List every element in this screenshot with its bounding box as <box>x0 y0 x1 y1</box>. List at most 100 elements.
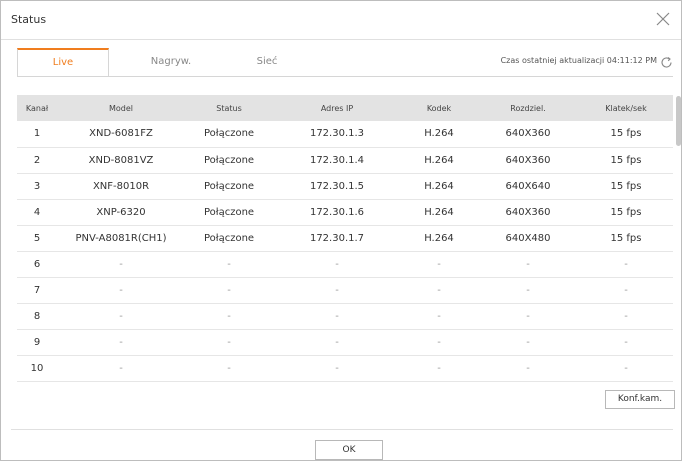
camera-config-button[interactable]: Konf.kam. <box>605 390 675 409</box>
table-cell: - <box>335 284 339 296</box>
table-cell: - <box>227 362 231 374</box>
table-cell: - <box>437 284 441 296</box>
table-cell: H.264 <box>424 128 454 140</box>
column-header: Klatek/sek <box>605 103 647 113</box>
table-cell: 15 fps <box>610 154 642 166</box>
table-row[interactable]: 10 - - - - - - <box>17 355 673 381</box>
column-header: Adres IP <box>320 103 354 113</box>
table-cell: - <box>335 336 339 348</box>
table-cell: H.264 <box>424 154 454 166</box>
table-cell: Połączone <box>203 180 255 192</box>
status-dialog: Status Live Nagryw. Sieć Czas ostatniej … <box>0 0 682 461</box>
table-cell: 8 <box>33 310 41 322</box>
table-cell: 172.30.1.3 <box>309 128 365 140</box>
table-row[interactable]: 2 XND-8081VZ Połączone 172.30.1.4 H.264 640X3… <box>17 147 673 173</box>
table-cell: - <box>624 284 628 296</box>
last-update-text: Czas ostatniej aktualizacji 04:11:12 PM <box>500 56 657 65</box>
tab-divider <box>17 76 673 77</box>
table-row[interactable]: 4 XNP-6320 Połączone 172.30.1.6 H.264 640X360… <box>17 199 673 225</box>
table-cell: - <box>119 336 123 348</box>
table-cell: - <box>526 258 530 270</box>
table-row[interactable]: 8 - - - - - - <box>17 303 673 329</box>
table-cell: 15 fps <box>610 206 642 218</box>
table-cell: - <box>526 284 530 296</box>
table-cell: 640X360 <box>505 206 551 218</box>
table-cell: - <box>526 310 530 322</box>
table-cell: PNV-A8081R(CH1) <box>75 232 167 244</box>
table-cell: 640X480 <box>505 232 551 244</box>
scrollbar-thumb[interactable] <box>676 96 681 146</box>
tab-network[interactable]: Sieć <box>221 48 313 76</box>
table-row[interactable]: 5 PNV-A8081R(CH1) Połączone 172.30.1.7 H.264… <box>17 225 673 251</box>
table-cell: - <box>335 258 339 270</box>
table-cell: - <box>526 336 530 348</box>
table-cell: 5 <box>33 232 41 244</box>
table-cell: XND-6081FZ <box>89 128 153 140</box>
table-cell: XNF-8010R <box>92 180 150 192</box>
table-cell: - <box>119 258 123 270</box>
table-cell: 10 <box>30 362 44 374</box>
table-cell: 6 <box>33 258 41 270</box>
table-cell: - <box>227 284 231 296</box>
table-scrollbar[interactable] <box>676 96 681 384</box>
table-cell: 2 <box>33 154 41 166</box>
table-cell: Połączone <box>203 154 255 166</box>
table-cell: 172.30.1.5 <box>309 180 365 192</box>
table-cell: - <box>227 310 231 322</box>
table-row[interactable]: 3 XNF-8010R Połączone 172.30.1.5 H.264 640X64… <box>17 173 673 199</box>
title-bar: Status <box>1 1 681 40</box>
table-cell: - <box>437 336 441 348</box>
table-cell: XND-8081VZ <box>88 154 154 166</box>
table-cell: - <box>335 310 339 322</box>
table-cell: 172.30.1.6 <box>309 206 365 218</box>
table-cell: 7 <box>33 284 41 296</box>
tab-live[interactable]: Live <box>17 48 109 76</box>
table-cell: 9 <box>33 336 41 348</box>
column-header: Kodek <box>426 103 452 113</box>
column-header: Model <box>108 103 134 113</box>
table-cell: 3 <box>33 180 41 192</box>
table-cell: - <box>526 362 530 374</box>
close-icon[interactable] <box>655 11 671 27</box>
table-cell: 15 fps <box>610 232 642 244</box>
table-cell: - <box>624 310 628 322</box>
table-cell: 1 <box>33 128 41 140</box>
table-cell: 4 <box>33 206 41 218</box>
table-cell: - <box>624 336 628 348</box>
table-cell: - <box>437 258 441 270</box>
table-cell: Połączone <box>203 232 255 244</box>
table-cell: - <box>227 336 231 348</box>
table-cell: - <box>227 258 231 270</box>
table-cell: 15 fps <box>610 180 642 192</box>
table-cell: 172.30.1.7 <box>309 232 365 244</box>
footer-divider <box>11 429 673 430</box>
ok-button[interactable]: OK <box>315 440 383 460</box>
table-row[interactable]: 9 - - - - - - <box>17 329 673 355</box>
table-cell: XNP-6320 <box>96 206 146 218</box>
table-cell: - <box>119 362 123 374</box>
tab-recording[interactable]: Nagryw. <box>125 48 217 76</box>
table-cell: 640X640 <box>505 180 551 192</box>
column-header: Kanał <box>25 103 49 113</box>
table-cell: - <box>119 284 123 296</box>
table-cell: - <box>335 362 339 374</box>
table-cell: 640X360 <box>505 128 551 140</box>
table-cell: - <box>437 310 441 322</box>
table-cell: 15 fps <box>610 128 642 140</box>
table-row[interactable]: 1 XND-6081FZ Połączone 172.30.1.3 H.264 640X3… <box>17 121 673 147</box>
table-header-row: Kanał Model Status Adres IP Kodek Rozdziel. Kl… <box>17 95 673 121</box>
table-cell: - <box>437 362 441 374</box>
table-row[interactable]: 7 - - - - - - <box>17 277 673 303</box>
table-row[interactable]: 6 - - - - - - <box>17 251 673 277</box>
column-header: Status <box>216 103 242 113</box>
table-cell: 640X360 <box>505 154 551 166</box>
table-cell: - <box>624 362 628 374</box>
table-body: 1 XND-6081FZ Połączone 172.30.1.3 H.264 640X3… <box>17 121 673 381</box>
status-table: Kanał Model Status Adres IP Kodek Rozdziel. Kl… <box>17 95 673 382</box>
table-cell: H.264 <box>424 180 454 192</box>
column-header: Rozdziel. <box>510 103 546 113</box>
refresh-icon[interactable] <box>660 54 673 68</box>
table-cell: H.264 <box>424 206 454 218</box>
table-cell: Połączone <box>203 206 255 218</box>
table-cell: 172.30.1.4 <box>309 154 365 166</box>
